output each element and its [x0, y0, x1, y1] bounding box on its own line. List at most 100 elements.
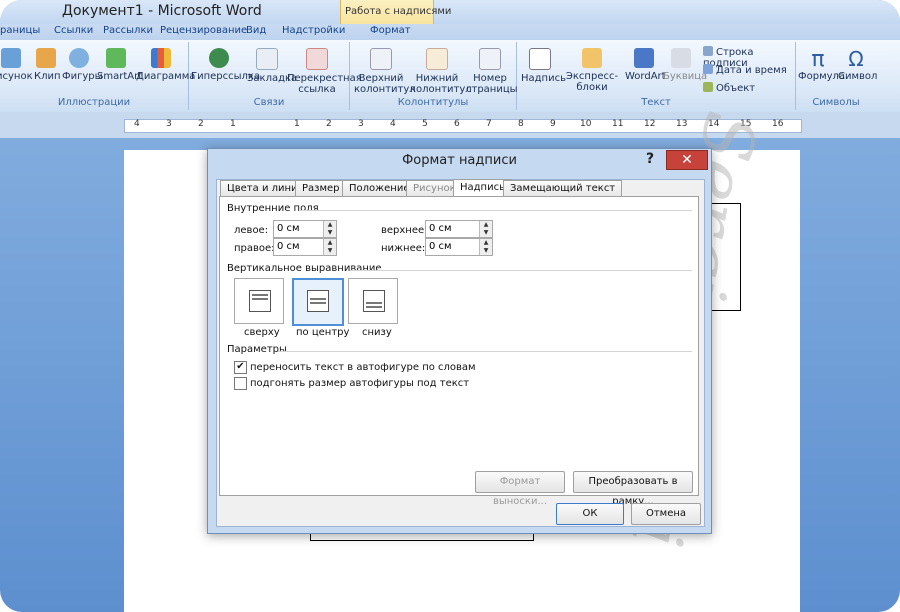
cross-reference-icon: [306, 48, 328, 70]
align-center-button[interactable]: [292, 278, 344, 326]
smartart-button[interactable]: SmartArt: [97, 48, 142, 82]
chart-button[interactable]: Диаграмма: [136, 48, 195, 82]
close-icon[interactable]: ✕: [666, 150, 708, 170]
dropcap-button-label: Буквица: [663, 71, 708, 82]
hyperlink-button[interactable]: Гиперссылка: [191, 48, 260, 82]
group-headers: Верхний колонтитул Нижний колонтитул Ном…: [350, 42, 518, 110]
spin-down-icon[interactable]: ▼: [479, 247, 492, 255]
bottom-margin-stepper[interactable]: ▲ ▼: [425, 238, 493, 256]
picture-icon: [1, 48, 21, 68]
group-symbols: π Формула Ω Символ Символы: [796, 42, 877, 110]
shapes-icon: [69, 48, 89, 68]
ruler-number: 4: [390, 119, 396, 129]
icon-line: [310, 298, 326, 300]
tab-page-layout[interactable]: раницы: [0, 25, 40, 36]
divider: [300, 210, 692, 211]
spin-down-icon[interactable]: ▼: [479, 229, 492, 237]
ruler-number: 6: [454, 119, 460, 129]
tab-addins[interactable]: Надстройки: [282, 25, 345, 36]
date-time-button[interactable]: Дата и время: [703, 64, 787, 76]
section-inner-margins: Внутренние поля: [227, 203, 319, 214]
signature-line-icon: [703, 46, 713, 56]
dialog-title: Формат надписи: [402, 153, 517, 168]
icon-line: [366, 302, 382, 304]
ruler-number: 9: [550, 119, 556, 129]
resize-shape-checkbox[interactable]: [234, 377, 247, 390]
header-label-2: колонтитул: [354, 84, 416, 95]
header-button[interactable]: Верхний колонтитул: [354, 48, 416, 95]
ruler-number: 1: [230, 119, 236, 129]
footer-icon: [426, 48, 448, 70]
window-title: Документ1 - Microsoft Word: [62, 3, 262, 19]
left-margin-label: левое:: [234, 225, 269, 236]
tab-review[interactable]: Рецензирование: [160, 25, 247, 36]
align-center-icon: [307, 290, 329, 312]
ok-button[interactable]: ОК: [556, 503, 624, 525]
object-button[interactable]: Объект: [703, 82, 755, 94]
align-top-button[interactable]: [234, 278, 284, 324]
spin-up-icon[interactable]: ▲: [479, 221, 492, 229]
bottom-margin-input[interactable]: [426, 239, 477, 253]
icon-line: [252, 294, 268, 296]
smartart-icon: [106, 48, 126, 68]
align-bottom-label: снизу: [362, 327, 392, 338]
header-label-1: Верхний: [358, 73, 404, 84]
right-margin-stepper[interactable]: ▲ ▼: [273, 238, 337, 256]
context-tab-group-title: Работа с надписями: [345, 6, 452, 17]
ruler-number: 2: [326, 119, 332, 129]
textbox-button[interactable]: Надпись: [521, 48, 566, 84]
group-label-text: Текст: [641, 97, 671, 108]
tab-format[interactable]: Формат: [370, 25, 411, 36]
textbox-icon: [529, 48, 551, 70]
help-icon[interactable]: ?: [646, 151, 654, 167]
spin-up-icon[interactable]: ▲: [479, 239, 492, 247]
align-top-icon: [249, 290, 271, 312]
chart-button-label: Диаграмма: [136, 71, 196, 82]
picture-button[interactable]: исунок: [0, 48, 33, 82]
object-label: Объект: [716, 83, 756, 94]
bottom-margin-label: нижнее:: [381, 243, 426, 254]
divider: [278, 351, 692, 352]
calendar-icon: [703, 64, 713, 74]
equation-button[interactable]: π Формула: [798, 48, 845, 82]
ruler-number: 1: [294, 119, 300, 129]
top-margin-input[interactable]: [426, 221, 477, 235]
wordart-button[interactable]: WordArt: [625, 48, 666, 82]
tab-mailings[interactable]: Рассылки: [103, 25, 153, 36]
spin-down-icon[interactable]: ▼: [323, 229, 336, 237]
screen: Работа с надписями Документ1 - Microsoft…: [0, 0, 900, 612]
bookmark-button[interactable]: Закладка: [247, 48, 297, 84]
format-callout-button[interactable]: Формат выноски...: [475, 471, 565, 507]
quick-parts-button[interactable]: Экспресс-блоки: [559, 48, 625, 93]
cross-reference-button[interactable]: Перекрестная ссылка: [287, 48, 362, 95]
spin-down-icon[interactable]: ▼: [323, 247, 336, 255]
group-text: Надпись Экспресс-блоки WordArt Буквица С…: [517, 42, 796, 110]
ruler-number: 2: [198, 119, 204, 129]
dropcap-button[interactable]: Буквица: [663, 48, 707, 82]
top-margin-stepper[interactable]: ▲ ▼: [425, 220, 493, 238]
footer-button[interactable]: Нижний колонтитул: [410, 48, 472, 95]
footer-label-2: колонтитул: [410, 84, 472, 95]
spin-up-icon[interactable]: ▲: [323, 239, 336, 247]
cancel-button[interactable]: Отмена: [631, 503, 701, 525]
ruler-number: 3: [358, 119, 364, 129]
right-margin-input[interactable]: [274, 239, 325, 253]
left-margin-stepper[interactable]: ▲ ▼: [273, 220, 337, 238]
shapes-button[interactable]: Фигуры: [62, 48, 103, 82]
icon-line: [366, 306, 382, 308]
group-links: Гиперссылка Закладка Перекрестная ссылка…: [189, 42, 362, 110]
left-margin-input[interactable]: [274, 221, 325, 235]
convert-to-frame-button[interactable]: Преобразовать в рамку...: [573, 471, 693, 507]
tab-view[interactable]: Вид: [246, 25, 266, 36]
clip-button[interactable]: Клип: [34, 48, 61, 82]
group-label-illustrations: Иллюстрации: [57, 97, 131, 108]
tab-references[interactable]: Ссылки: [54, 25, 93, 36]
omega-icon: Ω: [848, 47, 864, 71]
ruler-number: 5: [422, 119, 428, 129]
align-bottom-button[interactable]: [348, 278, 398, 324]
wrap-text-checkbox[interactable]: ✔: [234, 361, 247, 374]
symbol-button[interactable]: Ω Символ: [838, 47, 877, 83]
group-illustrations: исунок Клип Фигуры SmartArt Диаграмма Ил…: [0, 42, 195, 110]
page-number-button[interactable]: Номер страницы: [466, 48, 518, 95]
spin-up-icon[interactable]: ▲: [323, 221, 336, 229]
